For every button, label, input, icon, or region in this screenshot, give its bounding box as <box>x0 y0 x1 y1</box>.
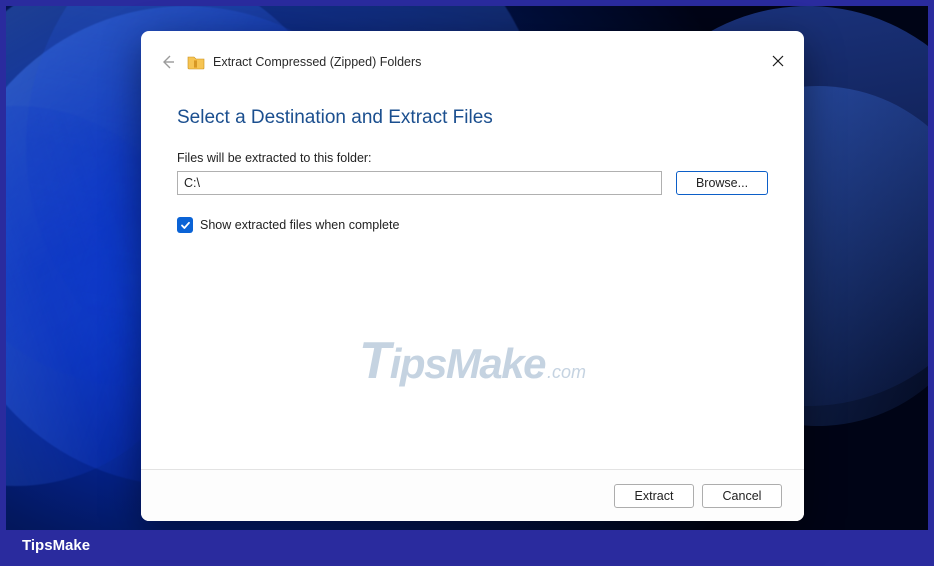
source-caption: TipsMake <box>6 530 928 560</box>
destination-path-input[interactable] <box>177 171 662 195</box>
cancel-button[interactable]: Cancel <box>702 484 782 508</box>
watermark: TipsMake.com <box>359 331 586 391</box>
back-arrow-icon[interactable] <box>159 53 177 71</box>
dialog-footer: Extract Cancel <box>141 469 804 521</box>
path-row: Browse... <box>177 171 768 195</box>
dialog-title: Extract Compressed (Zipped) Folders <box>213 55 421 69</box>
extract-button[interactable]: Extract <box>614 484 694 508</box>
browse-button[interactable]: Browse... <box>676 171 768 195</box>
page-heading: Select a Destination and Extract Files <box>177 107 768 129</box>
show-files-checkbox-row: Show extracted files when complete <box>177 217 768 233</box>
close-button[interactable] <box>766 49 790 73</box>
dialog-body: Select a Destination and Extract Files F… <box>141 93 804 469</box>
show-files-checkbox[interactable] <box>177 217 193 233</box>
zipped-folder-icon <box>187 53 205 71</box>
dialog-header: Extract Compressed (Zipped) Folders <box>141 31 804 93</box>
show-files-checkbox-label: Show extracted files when complete <box>200 218 399 232</box>
extract-dialog: Extract Compressed (Zipped) Folders Sele… <box>141 31 804 521</box>
outer-frame: Extract Compressed (Zipped) Folders Sele… <box>0 0 934 566</box>
destination-label: Files will be extracted to this folder: <box>177 151 768 165</box>
